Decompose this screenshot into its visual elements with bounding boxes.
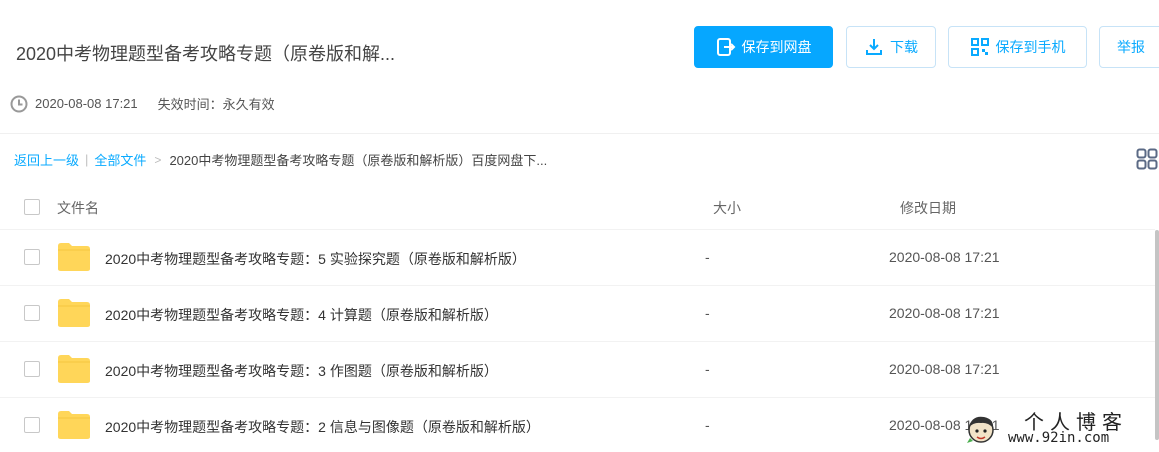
- column-header-date[interactable]: 修改日期: [900, 198, 956, 218]
- file-date: 2020-08-08 17:21: [889, 305, 1000, 321]
- all-files-link[interactable]: 全部文件: [94, 150, 146, 169]
- back-link[interactable]: 返回上一级: [14, 150, 79, 169]
- folder-icon: [58, 411, 90, 439]
- share-meta: 2020-08-08 17:21 失效时间： 永久有效: [10, 94, 275, 113]
- report-label: 举报: [1117, 39, 1145, 55]
- row-checkbox[interactable]: [24, 249, 40, 265]
- save-to-disk-icon: [716, 37, 736, 57]
- select-all-checkbox[interactable]: [24, 199, 40, 215]
- report-button[interactable]: 举报: [1099, 26, 1159, 68]
- watermark: 个人博客 www.92in.com: [962, 408, 1152, 448]
- breadcrumb-arrow: >: [154, 152, 162, 167]
- breadcrumb: 返回上一级 | 全部文件 > 2020中考物理题型备考攻略专题（原卷版和解析版）…: [14, 150, 547, 169]
- folder-icon: [58, 299, 90, 327]
- file-date: 2020-08-08 17:21: [889, 361, 1000, 377]
- breadcrumb-current: 2020中考物理题型备考攻略专题（原卷版和解析版）百度网盘下...: [169, 153, 548, 168]
- table-row[interactable]: 2020中考物理题型备考攻略专题：4 计算题（原卷版和解析版） - 2020-0…: [0, 286, 1155, 342]
- folder-icon: [58, 243, 90, 271]
- save-to-phone-label: 保存到手机: [995, 39, 1066, 55]
- file-size: -: [705, 361, 710, 377]
- row-checkbox[interactable]: [24, 305, 40, 321]
- share-date: 2020-08-08 17:21: [35, 96, 138, 111]
- scrollbar[interactable]: [1155, 230, 1159, 440]
- expire-value: 永久有效: [222, 97, 275, 112]
- file-name[interactable]: 2020中考物理题型备考攻略专题：5 实验探究题（原卷版和解析版）: [105, 249, 526, 269]
- save-to-phone-button[interactable]: 保存到手机: [948, 26, 1087, 68]
- cartoon-face-icon: [967, 416, 994, 443]
- breadcrumb-separator: |: [85, 152, 89, 167]
- clock-icon: [10, 95, 28, 113]
- download-icon: [864, 37, 884, 57]
- download-button[interactable]: 下载: [846, 26, 936, 68]
- watermark-url: www.92in.com: [1008, 430, 1110, 446]
- row-checkbox[interactable]: [24, 417, 40, 433]
- page-title: 2020中考物理题型备考攻略专题（原卷版和解...: [16, 44, 396, 64]
- row-checkbox[interactable]: [24, 361, 40, 377]
- table-row[interactable]: 2020中考物理题型备考攻略专题：5 实验探究题（原卷版和解析版） - 2020…: [0, 230, 1155, 286]
- download-label: 下载: [890, 39, 918, 55]
- header-divider: [0, 133, 1159, 134]
- file-size: -: [705, 417, 710, 433]
- expire-label: 失效时间：: [157, 97, 223, 112]
- folder-icon: [58, 355, 90, 383]
- file-size: -: [705, 249, 710, 265]
- column-header-name[interactable]: 文件名: [57, 198, 99, 218]
- save-to-disk-button[interactable]: 保存到网盘: [694, 26, 833, 68]
- share-page: 2020中考物理题型备考攻略专题（原卷版和解... 保存到网盘 下载 保存到手机…: [0, 0, 1159, 452]
- column-header-size[interactable]: 大小: [713, 198, 741, 218]
- file-date: 2020-08-08 17:21: [889, 249, 1000, 265]
- file-name[interactable]: 2020中考物理题型备考攻略专题：4 计算题（原卷版和解析版）: [105, 305, 498, 325]
- file-name[interactable]: 2020中考物理题型备考攻略专题：2 信息与图像题（原卷版和解析版）: [105, 417, 540, 437]
- table-row[interactable]: 2020中考物理题型备考攻略专题：3 作图题（原卷版和解析版） - 2020-0…: [0, 342, 1155, 398]
- file-name[interactable]: 2020中考物理题型备考攻略专题：3 作图题（原卷版和解析版）: [105, 361, 498, 381]
- grid-view-icon[interactable]: [1136, 148, 1158, 170]
- qr-phone-icon: [970, 37, 990, 57]
- save-to-disk-label: 保存到网盘: [741, 39, 812, 55]
- file-size: -: [705, 305, 710, 321]
